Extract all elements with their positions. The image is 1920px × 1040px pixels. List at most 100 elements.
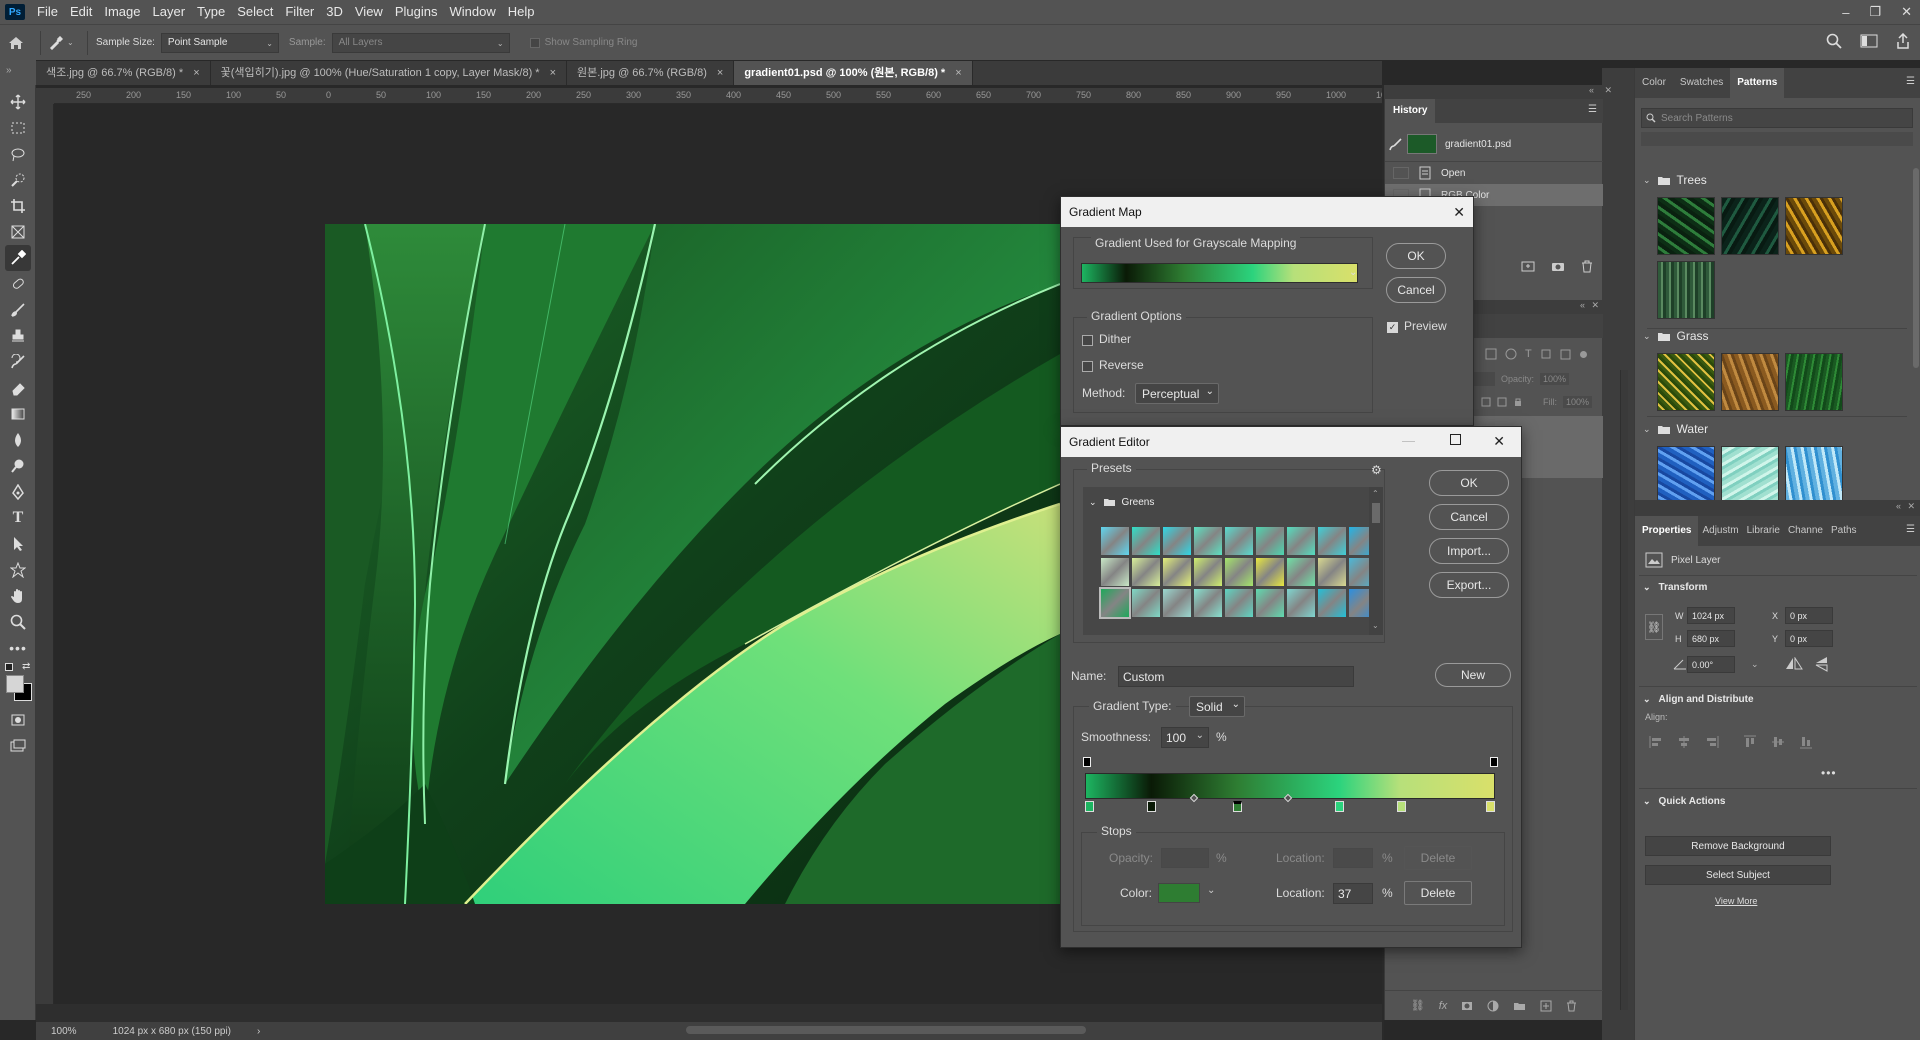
path-selection-tool-icon[interactable] (5, 531, 31, 557)
preset-swatch[interactable] (1132, 527, 1160, 555)
new-group-icon[interactable] (1513, 1001, 1526, 1011)
healing-brush-tool-icon[interactable] (5, 271, 31, 297)
sample-size-select[interactable]: Point Sample ⌄ (160, 32, 279, 53)
layer-style-icon[interactable]: fx (1439, 1000, 1448, 1012)
quick-mask-icon[interactable] (5, 707, 31, 733)
align-hcenter-icon[interactable] (1677, 735, 1691, 749)
minimize-button[interactable]: – (1842, 5, 1849, 20)
preset-swatch[interactable] (1099, 587, 1131, 619)
workspace-icon[interactable] (1860, 34, 1878, 48)
link-dimensions-icon[interactable]: ⛓ (1645, 614, 1663, 640)
quick-actions-section[interactable]: ⌄ Quick Actions (1643, 796, 1725, 807)
presets-gear-icon[interactable]: ⚙ (1371, 463, 1382, 477)
history-tab[interactable]: History (1385, 99, 1436, 123)
menu-view[interactable]: View (349, 0, 389, 24)
filter-pixel-icon[interactable] (1485, 348, 1497, 360)
default-colors-icon[interactable] (5, 663, 13, 671)
maximize-icon[interactable] (1450, 434, 1461, 445)
select-subject-button[interactable]: Select Subject (1645, 865, 1831, 885)
eraser-tool-icon[interactable] (5, 375, 31, 401)
blur-tool-icon[interactable] (5, 427, 31, 453)
preset-swatch[interactable] (1287, 589, 1315, 617)
filter-toggle-icon[interactable] (1579, 350, 1587, 358)
close-icon[interactable]: ✕ (1493, 433, 1505, 450)
status-arrow[interactable]: › (257, 1026, 260, 1037)
lock-all-icon[interactable] (1513, 397, 1523, 407)
eyedropper-tool-icon[interactable] (5, 245, 31, 271)
preset-swatch[interactable] (1256, 558, 1284, 586)
sample-select[interactable]: All Layers ⌄ (331, 32, 510, 53)
patterns-menu-icon[interactable]: ☰ (1906, 76, 1915, 87)
close-layers-icon[interactable]: ✕ (1591, 300, 1599, 311)
new-document-from-state-icon[interactable] (1521, 260, 1535, 272)
menu-window[interactable]: Window (443, 0, 501, 24)
menu-file[interactable]: File (31, 0, 64, 24)
zoom-tool-icon[interactable] (5, 609, 31, 635)
quick-select-tool-icon[interactable] (5, 167, 31, 193)
preset-swatch[interactable] (1194, 589, 1222, 617)
eyedropper-preset-icon[interactable]: ⌄ (49, 35, 79, 50)
pattern-water-3[interactable] (1785, 446, 1843, 500)
properties-menu-icon[interactable]: ☰ (1906, 524, 1915, 535)
gradient-type-select[interactable]: Solid ⌄ (1189, 696, 1245, 717)
delete-state-icon[interactable] (1581, 260, 1593, 273)
delete-color-stop-button[interactable]: Delete (1404, 881, 1472, 905)
color-stop[interactable] (1085, 801, 1094, 812)
name-field[interactable]: Custom (1118, 666, 1354, 687)
pattern-tree-4[interactable] (1657, 261, 1715, 319)
zoom-level[interactable]: 100% (51, 1026, 77, 1037)
close-app-button[interactable]: ✕ (1901, 4, 1912, 20)
reverse-checkbox[interactable] (1082, 361, 1093, 372)
dither-checkbox[interactable] (1082, 335, 1093, 346)
foreground-color-swatch[interactable] (6, 675, 24, 693)
y-field[interactable]: 0 px (1785, 630, 1833, 647)
new-layer-icon[interactable] (1540, 1000, 1552, 1012)
preset-swatch[interactable] (1287, 527, 1315, 555)
preset-swatch[interactable] (1318, 558, 1346, 586)
opacity-stop-left[interactable] (1083, 757, 1091, 767)
transform-section[interactable]: ⌄ Transform (1643, 582, 1707, 593)
history-snapshot[interactable]: gradient01.psd (1385, 130, 1603, 158)
menu-filter[interactable]: Filter (279, 0, 320, 24)
close-properties-icon[interactable]: ✕ (1907, 501, 1915, 512)
menu-type[interactable]: Type (191, 0, 231, 24)
gradient-tool-icon[interactable] (5, 401, 31, 427)
pattern-grass-2[interactable] (1721, 353, 1779, 411)
remove-background-button[interactable]: Remove Background (1645, 836, 1831, 856)
import-button[interactable]: Import... (1429, 538, 1509, 564)
new-snapshot-icon[interactable] (1551, 260, 1565, 272)
tab-swatches[interactable]: Swatches (1673, 68, 1730, 98)
add-mask-icon[interactable] (1461, 1001, 1473, 1011)
preset-swatch[interactable] (1225, 558, 1253, 586)
tab-gradient01[interactable]: gradient01.psd @ 100% (원본, RGB/8) * × (734, 61, 973, 85)
pattern-tree-1[interactable] (1657, 197, 1715, 255)
horizontal-scrollbar[interactable] (686, 1026, 1086, 1034)
group-trees[interactable]: ⌄ Trees (1643, 170, 1707, 190)
canvas-image[interactable] (325, 224, 1060, 904)
color-stop[interactable] (1146, 801, 1156, 812)
angle-field[interactable]: 0.00° (1687, 656, 1735, 673)
frame-tool-icon[interactable] (5, 219, 31, 245)
gradient-editor-ok-button[interactable]: OK (1429, 470, 1509, 496)
screen-mode-icon[interactable] (5, 733, 31, 759)
greens-folder[interactable]: ⌄ Greens (1083, 487, 1369, 517)
pattern-water-2[interactable] (1721, 446, 1779, 500)
new-gradient-button[interactable]: New (1435, 663, 1511, 687)
filter-adjustment-icon[interactable] (1505, 348, 1517, 360)
fill-value[interactable]: 100% (1563, 396, 1593, 408)
document-info[interactable]: 1024 px x 680 px (150 ppi) (113, 1026, 231, 1037)
color-dropdown-icon[interactable]: ⌄ (1207, 885, 1215, 896)
history-panel-collapse[interactable]: « ✕ (1384, 85, 1634, 99)
more-tools-icon[interactable]: ••• (5, 635, 31, 661)
color-stop[interactable] (1396, 801, 1406, 812)
export-button[interactable]: Export... (1429, 572, 1509, 598)
close-tab-icon[interactable]: × (193, 61, 199, 85)
preset-swatch[interactable] (1163, 527, 1191, 555)
flip-vertical-icon[interactable] (1815, 656, 1829, 672)
pen-tool-icon[interactable] (5, 479, 31, 505)
preset-swatch[interactable] (1318, 589, 1346, 617)
hand-tool-icon[interactable] (5, 583, 31, 609)
tab-color[interactable]: Color (1635, 68, 1673, 98)
preset-swatch[interactable] (1256, 589, 1284, 617)
group-grass[interactable]: ⌄ Grass (1643, 326, 1709, 346)
